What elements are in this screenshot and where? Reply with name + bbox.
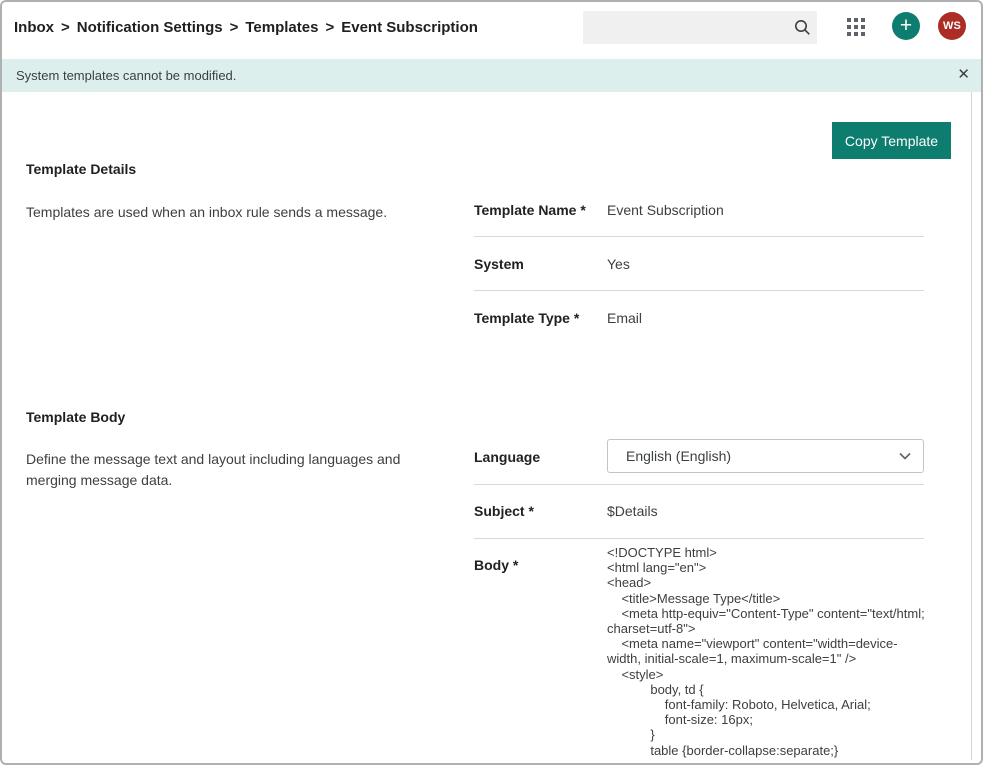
row-divider xyxy=(474,236,924,237)
template-body-description: Define the message text and layout inclu… xyxy=(26,449,452,491)
breadcrumb-item-inbox[interactable]: Inbox xyxy=(14,19,54,36)
top-bar: Inbox>Notification Settings>Templates>Ev… xyxy=(2,2,981,59)
search-input[interactable] xyxy=(583,11,787,44)
field-label-language: Language xyxy=(474,449,540,465)
banner-message: System templates cannot be modified. xyxy=(16,68,236,83)
copy-template-button[interactable]: Copy Template xyxy=(832,122,951,159)
row-divider xyxy=(474,290,924,291)
scrollbar-track[interactable] xyxy=(971,92,972,760)
breadcrumb-item-current: Event Subscription xyxy=(341,19,478,36)
field-label-template-name: Template Name * xyxy=(474,202,586,218)
add-button[interactable]: + xyxy=(892,12,920,40)
breadcrumb-separator: > xyxy=(54,19,77,36)
breadcrumb-separator: > xyxy=(318,19,341,36)
field-value-system: Yes xyxy=(607,256,630,272)
chevron-down-icon xyxy=(899,452,923,460)
breadcrumb: Inbox>Notification Settings>Templates>Ev… xyxy=(14,19,478,36)
user-avatar[interactable]: WS xyxy=(938,12,966,40)
template-body-title: Template Body xyxy=(26,409,125,425)
apps-grid-icon[interactable] xyxy=(847,18,866,37)
search-box xyxy=(583,11,817,44)
search-icon[interactable] xyxy=(787,11,817,44)
field-label-subject: Subject * xyxy=(474,503,534,519)
field-label-template-type: Template Type * xyxy=(474,310,579,326)
field-label-system: System xyxy=(474,256,524,272)
banner-close-icon[interactable]: ✕ xyxy=(957,66,970,84)
field-label-body: Body * xyxy=(474,557,518,573)
template-details-description: Templates are used when an inbox rule se… xyxy=(26,202,456,223)
breadcrumb-item-templates[interactable]: Templates xyxy=(245,19,318,36)
field-value-subject: $Details xyxy=(607,503,658,519)
field-value-template-name: Event Subscription xyxy=(607,202,724,218)
row-divider xyxy=(474,538,924,539)
breadcrumb-separator: > xyxy=(223,19,246,36)
language-selected-value: English (English) xyxy=(608,448,899,464)
app-window: Inbox>Notification Settings>Templates>Ev… xyxy=(0,0,983,765)
body-code-content: <!DOCTYPE html> <html lang="en"> <head> … xyxy=(607,545,927,758)
language-select[interactable]: English (English) xyxy=(607,439,924,473)
breadcrumb-item-notification-settings[interactable]: Notification Settings xyxy=(77,19,223,36)
row-divider xyxy=(474,484,924,485)
template-details-title: Template Details xyxy=(26,161,136,177)
field-value-template-type: Email xyxy=(607,310,642,326)
info-banner: System templates cannot be modified. ✕ xyxy=(2,59,981,92)
